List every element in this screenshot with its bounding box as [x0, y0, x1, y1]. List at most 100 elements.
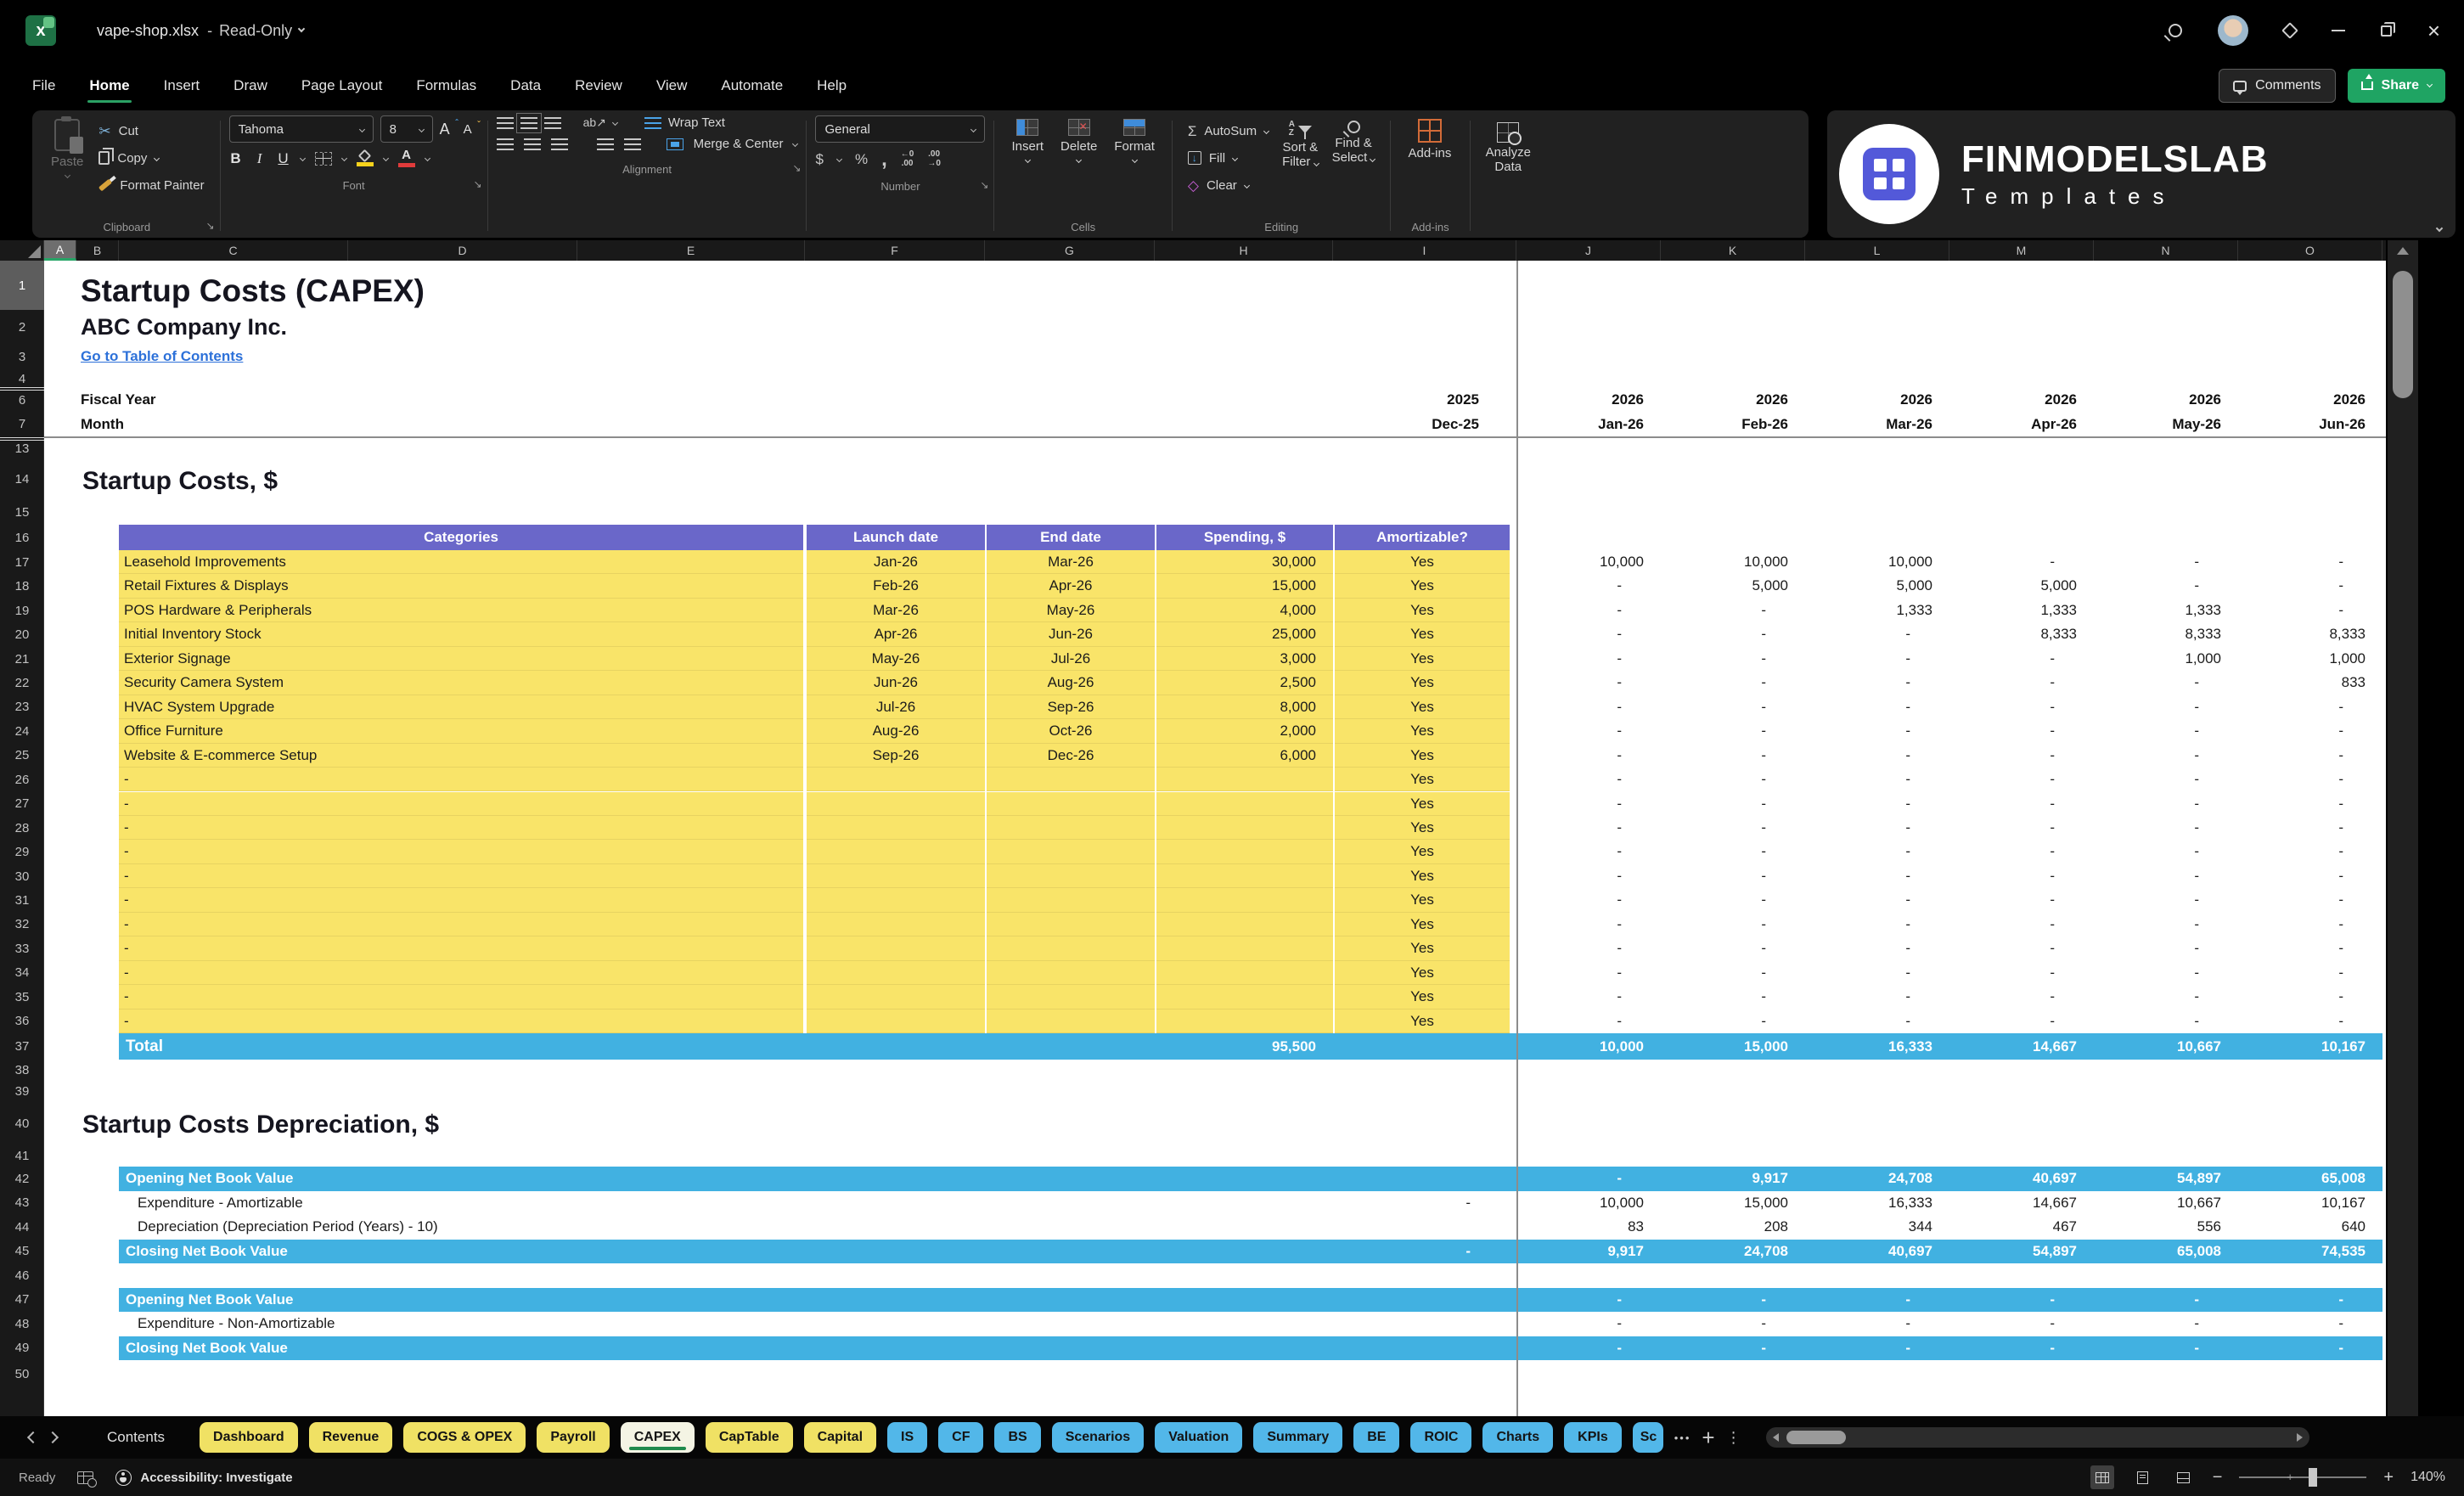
column-header-O[interactable]: O [2238, 240, 2382, 261]
borders-button[interactable] [315, 152, 332, 166]
menu-tab-draw[interactable]: Draw [233, 77, 267, 94]
row-header-44[interactable]: 44 [0, 1215, 44, 1240]
column-header-D[interactable]: D [348, 240, 577, 261]
font-size-select[interactable]: 8 [380, 115, 433, 143]
fill-button[interactable]: ↓Fill [1181, 144, 1275, 172]
page-break-view-button[interactable] [2172, 1465, 2196, 1489]
column-header-B[interactable]: B [76, 240, 119, 261]
bold-button[interactable]: B [229, 150, 243, 167]
format-painter-button[interactable]: Format Painter [92, 172, 211, 199]
font-color-chevron-icon[interactable] [425, 155, 430, 161]
column-header-N[interactable]: N [2094, 240, 2238, 261]
account-avatar[interactable] [2218, 15, 2248, 46]
row-header-49[interactable]: 49 [0, 1336, 44, 1361]
row-header-47[interactable]: 47 [0, 1288, 44, 1313]
align-top-button[interactable] [497, 117, 514, 129]
row-header-31[interactable]: 31 [0, 888, 44, 912]
clipboard-dialog-launcher[interactable]: ↘ [206, 220, 215, 232]
zoom-percentage[interactable]: 140% [2411, 1470, 2445, 1485]
accounting-format-button[interactable]: $ [815, 152, 823, 166]
zoom-slider[interactable]: + [2239, 1476, 2366, 1478]
row-header-24[interactable]: 24 [0, 719, 44, 743]
increase-font-button[interactable]: Aˆ [440, 121, 457, 138]
row-headers[interactable]: 1234671314151617181920212223242526272829… [0, 261, 44, 1416]
row-header-35[interactable]: 35 [0, 985, 44, 1009]
premium-diamond-icon[interactable] [2281, 22, 2298, 39]
row-header-3[interactable]: 3 [0, 344, 44, 369]
sheet-tab-summary[interactable]: Summary [1253, 1422, 1342, 1453]
zoom-out-button[interactable]: − [2213, 1469, 2223, 1486]
fill-color-button[interactable] [357, 151, 374, 166]
comma-style-button[interactable]: , [881, 152, 887, 166]
next-sheet-arrow[interactable] [47, 1431, 59, 1443]
row-header-40[interactable]: 40 [0, 1102, 44, 1144]
row-header-29[interactable]: 29 [0, 840, 44, 863]
increase-decimal-button[interactable]: ←0.00 [901, 149, 914, 168]
prev-sheet-arrow[interactable] [27, 1431, 39, 1443]
row-header-4[interactable]: 4 [0, 369, 44, 388]
column-header-K[interactable]: K [1661, 240, 1805, 261]
menu-tab-view[interactable]: View [656, 77, 688, 94]
font-dialog-launcher[interactable]: ↘ [474, 178, 482, 190]
column-header-E[interactable]: E [577, 240, 805, 261]
row-header-7[interactable]: 7 [0, 412, 44, 436]
column-header-M[interactable]: M [1949, 240, 2094, 261]
menu-tab-home[interactable]: Home [89, 77, 129, 94]
sheet-tab-cogs-opex[interactable]: COGS & OPEX [403, 1422, 526, 1453]
wrap-text-button[interactable]: Wrap Text [668, 115, 725, 130]
row-header-33[interactable]: 33 [0, 936, 44, 960]
sheet-tab-kpis[interactable]: KPIs [1564, 1422, 1622, 1453]
alignment-dialog-launcher[interactable]: ↘ [792, 162, 801, 174]
copy-button[interactable]: Copy [92, 144, 211, 172]
menu-tab-review[interactable]: Review [575, 77, 622, 94]
sheet-tab-contents[interactable]: Contents [107, 1429, 165, 1446]
underline-button[interactable]: U [277, 150, 290, 167]
horizontal-scroll-thumb[interactable] [1786, 1431, 1846, 1444]
borders-chevron-icon[interactable] [341, 155, 347, 161]
menu-tab-help[interactable]: Help [817, 77, 847, 94]
align-center-button[interactable] [524, 138, 541, 150]
minimize-button[interactable] [2332, 30, 2345, 31]
scroll-right-icon[interactable] [2297, 1433, 2303, 1442]
row-header-41[interactable]: 41 [0, 1144, 44, 1167]
increase-indent-button[interactable] [624, 138, 641, 150]
menu-tab-formulas[interactable]: Formulas [416, 77, 476, 94]
sheet-tab-capex[interactable]: CAPEX [621, 1422, 695, 1453]
share-button[interactable]: Share [2348, 69, 2445, 103]
menu-tab-automate[interactable]: Automate [721, 77, 783, 94]
sheet-tab-capital[interactable]: Capital [804, 1422, 876, 1453]
row-header-21[interactable]: 21 [0, 647, 44, 671]
menu-tab-file[interactable]: File [32, 77, 55, 94]
row-header-30[interactable]: 30 [0, 864, 44, 888]
row-header-48[interactable]: 48 [0, 1312, 44, 1336]
merge-center-button[interactable]: Merge & Center [694, 137, 784, 151]
column-header-G[interactable]: G [985, 240, 1155, 261]
column-header-H[interactable]: H [1155, 240, 1333, 261]
row-header-18[interactable]: 18 [0, 574, 44, 598]
autosum-button[interactable]: ΣAutoSum [1181, 117, 1275, 144]
format-cells-button[interactable]: Format [1105, 115, 1163, 166]
sheet-tab-payroll[interactable]: Payroll [537, 1422, 609, 1453]
sheet-tab-is[interactable]: IS [887, 1422, 927, 1453]
menu-tab-insert[interactable]: Insert [164, 77, 200, 94]
vertical-scrollbar[interactable] [2388, 240, 2418, 1416]
select-all-corner[interactable] [0, 240, 44, 261]
row-header-34[interactable]: 34 [0, 961, 44, 985]
toc-link[interactable]: Go to Table of Contents [81, 344, 590, 369]
sheet-tab-cf[interactable]: CF [938, 1422, 983, 1453]
row-header-13[interactable]: 13 [0, 438, 44, 458]
sheet-tab-dashboard[interactable]: Dashboard [200, 1422, 298, 1453]
page-layout-view-button[interactable] [2131, 1465, 2155, 1489]
insert-cells-button[interactable]: Insert [1003, 115, 1052, 166]
align-bottom-button[interactable] [544, 117, 561, 129]
align-right-button[interactable] [551, 138, 568, 150]
sheet-tab-scenarios[interactable]: Scenarios [1052, 1422, 1144, 1453]
column-header-L[interactable]: L [1805, 240, 1949, 261]
sheet-tab-charts[interactable]: Charts [1482, 1422, 1553, 1453]
analyze-data-button[interactable]: AnalyzeData [1479, 121, 1538, 176]
sheet-tab-bs[interactable]: BS [994, 1422, 1040, 1453]
vertical-scroll-thumb[interactable] [2393, 271, 2413, 398]
font-color-button[interactable]: A [398, 149, 415, 167]
row-header-2[interactable]: 2 [0, 310, 44, 344]
row-header-45[interactable]: 45 [0, 1240, 44, 1264]
